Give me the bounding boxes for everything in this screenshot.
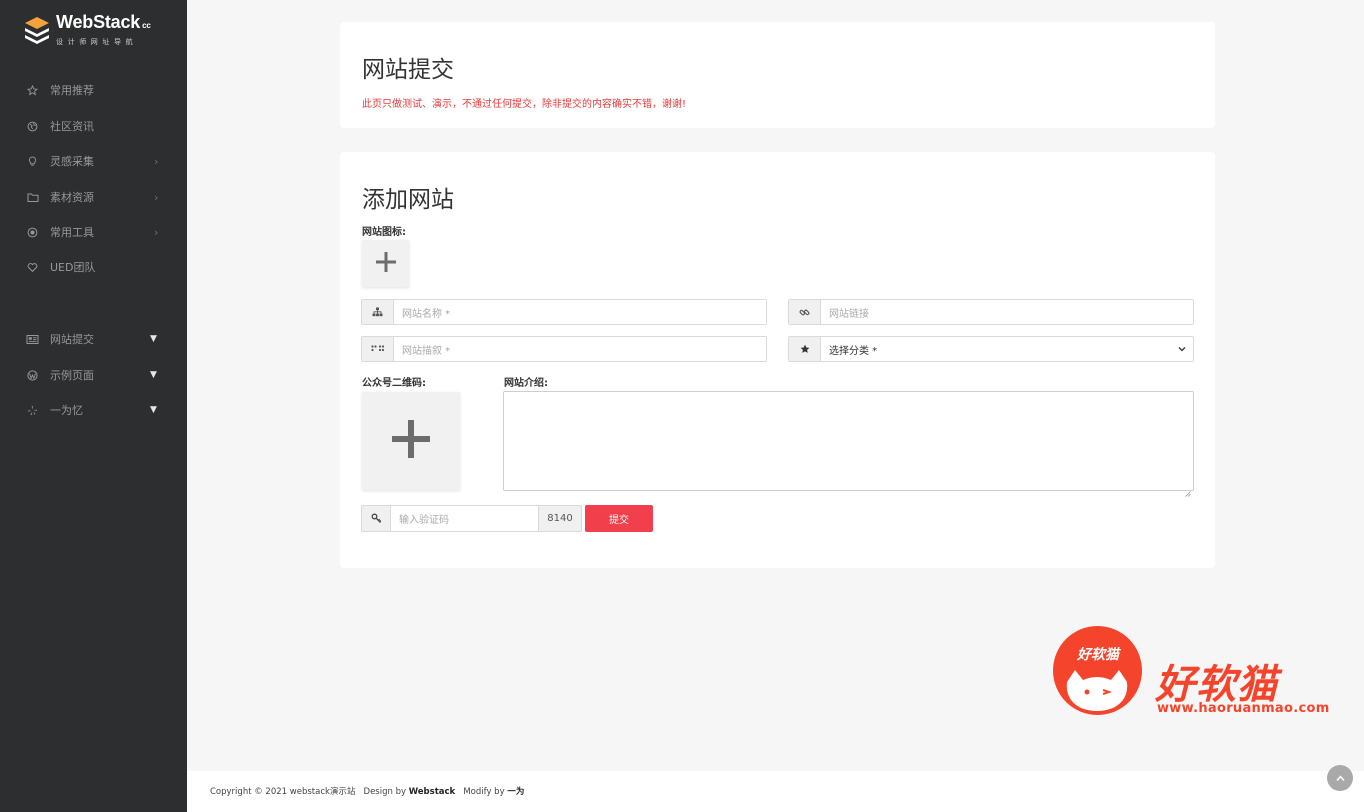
captcha-code[interactable]: 8140 xyxy=(538,506,581,531)
plus-icon xyxy=(392,420,430,462)
page-title: 网站提交 xyxy=(362,57,454,83)
yelp-icon xyxy=(26,404,39,417)
sidebar-item-sample-pages[interactable]: 示例页面 ▼ xyxy=(0,360,187,390)
chevron-right-icon: › xyxy=(154,225,159,239)
star-icon xyxy=(26,84,39,97)
add-site-form-card: 添加网站 网站图标: 网站名称 * 网站链接 网站描叙 * 选择分类 * 公众号… xyxy=(340,152,1215,568)
qr-code-upload[interactable] xyxy=(362,392,460,490)
site-desc-input[interactable]: 网站描叙 * xyxy=(394,337,766,361)
caret-down-icon: ▼ xyxy=(150,405,157,415)
site-name-input[interactable]: 网站名称 * xyxy=(394,300,766,324)
caret-down-icon: ▼ xyxy=(150,370,157,380)
folder-icon xyxy=(26,191,39,204)
heart-icon xyxy=(26,261,39,274)
sidebar-item-yiwei[interactable]: 一为忆 ▼ xyxy=(0,395,187,425)
footer-copyright: Copyright © 2021 webstack演示站 xyxy=(210,787,356,797)
footer-design-link[interactable]: Webstack xyxy=(409,787,455,797)
sidebar-item-ued-team[interactable]: UED团队 xyxy=(0,252,187,282)
site-logo[interactable]: WebStack cc 设计师网址导航 xyxy=(24,12,151,46)
braille-icon xyxy=(362,337,394,361)
footer-modify-by: Modify by xyxy=(463,787,505,797)
sidebar-item-recommend[interactable]: 常用推荐 xyxy=(0,75,187,105)
submit-header-card: 网站提交 此页只做测试、演示，不通过任何提交，除非提交的内容确实不错，谢谢! xyxy=(340,22,1215,128)
sidebar-item-label: 社区资讯 xyxy=(50,120,94,133)
sidebar-item-label: 一为忆 xyxy=(50,404,83,417)
globe-icon xyxy=(26,120,39,133)
site-desc-group: 网站描叙 * xyxy=(361,336,767,362)
captcha-input[interactable]: 输入验证码 xyxy=(391,506,538,531)
key-icon xyxy=(362,506,391,531)
category-select[interactable]: 选择分类 * xyxy=(821,337,1193,361)
sidebar-item-label: 网站提交 xyxy=(50,333,94,346)
sidebar-item-inspiration[interactable]: 灵感采集 › xyxy=(0,146,187,176)
sidebar-item-community[interactable]: 社区资讯 xyxy=(0,111,187,141)
watermark-url: www.haoruanmao.com xyxy=(1157,701,1330,716)
site-intro-textarea[interactable] xyxy=(503,391,1194,497)
newspaper-icon xyxy=(26,333,39,346)
back-to-top-button[interactable] xyxy=(1327,765,1353,791)
brand-suffix: cc xyxy=(142,21,151,30)
footer: Copyright © 2021 webstack演示站 Design by W… xyxy=(187,771,1364,812)
site-url-input[interactable]: 网站链接 xyxy=(821,300,1193,324)
footer-design-by: Design by xyxy=(363,787,407,797)
sidebar-item-label: 灵感采集 xyxy=(50,155,94,168)
footer-modify-link[interactable]: 一为 xyxy=(507,787,524,797)
site-name-group: 网站名称 * xyxy=(361,299,767,325)
sidebar-item-site-submit[interactable]: 网站提交 ▼ xyxy=(0,324,187,354)
chevron-down-icon xyxy=(1177,344,1187,354)
brand-name: WebStack xyxy=(56,12,141,32)
plus-icon xyxy=(375,251,396,276)
sidebar-item-label: 常用推荐 xyxy=(50,84,94,97)
site-intro-label: 网站介绍: xyxy=(504,378,548,389)
sidebar-item-tools[interactable]: 常用工具 › xyxy=(0,217,187,247)
captcha-group: 输入验证码 8140 xyxy=(361,505,582,532)
lightbulb-icon xyxy=(26,155,39,168)
footer-text: Copyright © 2021 webstack演示站 Design by W… xyxy=(210,785,524,797)
notice-text: 此页只做测试、演示，不通过任何提交，除非提交的内容确实不错，谢谢! xyxy=(362,99,687,110)
sidebar-item-resources[interactable]: 素材资源 › xyxy=(0,182,187,212)
category-select-group: 选择分类 * xyxy=(788,336,1194,362)
site-icon-upload[interactable] xyxy=(362,240,409,287)
site-url-group: 网站链接 xyxy=(788,299,1194,325)
site-icon-label: 网站图标: xyxy=(362,227,406,238)
star-solid-icon xyxy=(789,337,821,361)
submit-button[interactable]: 提交 xyxy=(585,505,653,532)
category-selected-value: 选择分类 * xyxy=(829,345,878,357)
resize-grip-icon[interactable] xyxy=(1185,482,1191,497)
watermark-circle-text: 好软猫 xyxy=(1077,647,1119,663)
chevron-up-icon xyxy=(1335,769,1346,788)
sidebar-item-label: 常用工具 xyxy=(50,226,94,239)
wordpress-icon xyxy=(26,369,39,382)
qr-code-label: 公众号二维码: xyxy=(362,378,426,389)
chevron-right-icon: › xyxy=(154,190,159,204)
sidebar-item-label: 示例页面 xyxy=(50,369,94,382)
sitemap-icon xyxy=(362,300,394,324)
link-icon xyxy=(789,300,821,324)
sidebar-item-label: 素材资源 xyxy=(50,191,94,204)
form-title: 添加网站 xyxy=(362,187,454,213)
sidebar-item-label: UED团队 xyxy=(50,261,96,274)
brand-tagline: 设计师网址导航 xyxy=(56,38,138,46)
chevron-right-icon: › xyxy=(154,154,159,168)
caret-down-icon: ▼ xyxy=(150,334,157,344)
record-icon xyxy=(26,226,39,239)
watermark-cat-logo xyxy=(1053,626,1142,715)
layers-logo-icon xyxy=(24,15,50,45)
sidebar: WebStack cc 设计师网址导航 常用推荐 社区资讯 灵感采集 › 素材资源… xyxy=(0,0,187,812)
